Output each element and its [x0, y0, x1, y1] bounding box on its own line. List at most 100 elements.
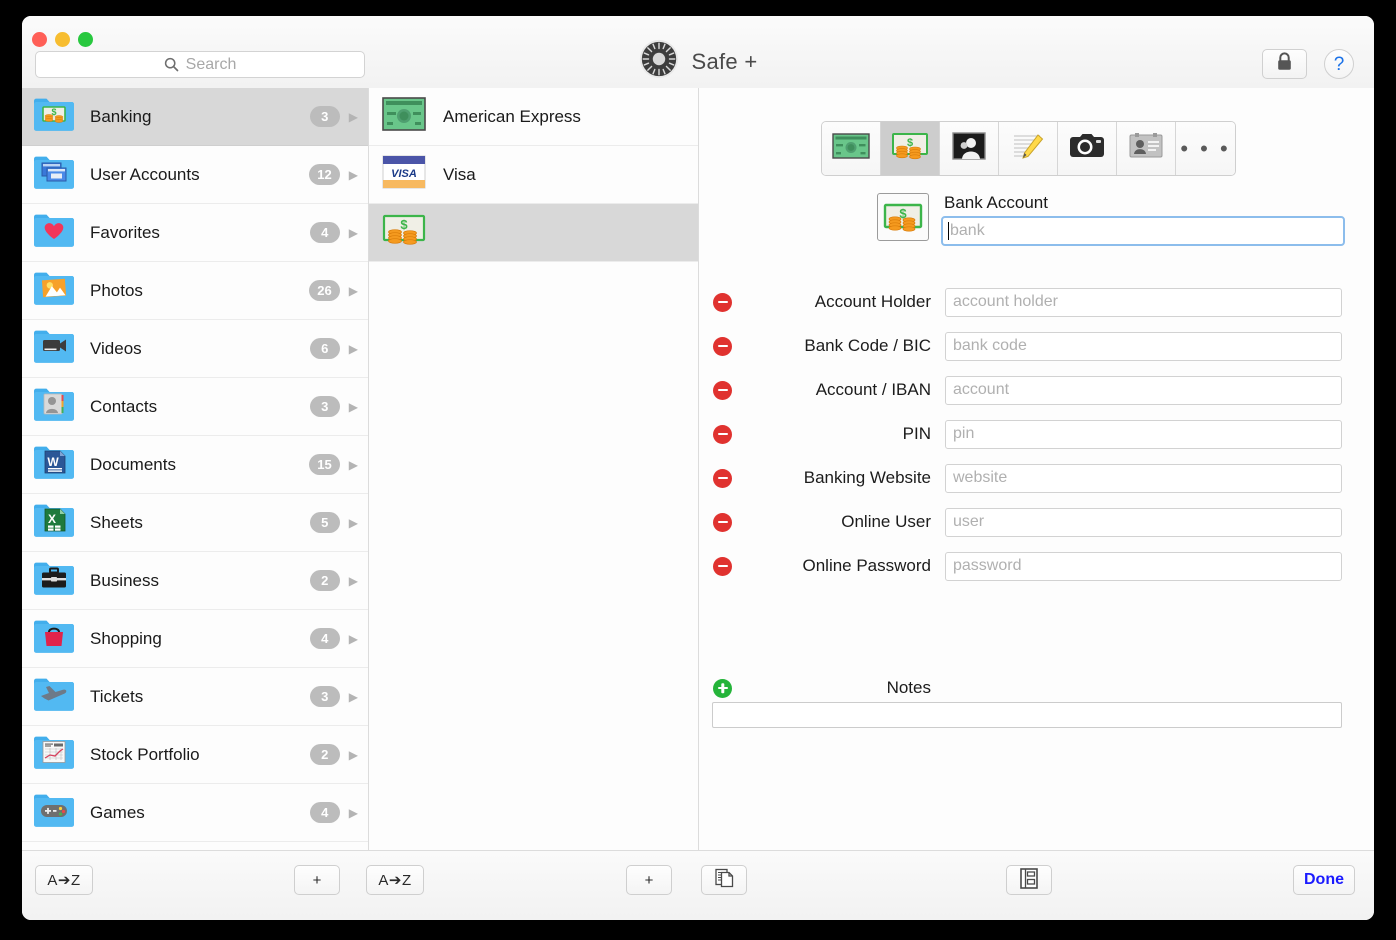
question-mark-icon: ?: [1333, 53, 1345, 75]
entry-name-input[interactable]: bank: [941, 216, 1345, 246]
category-sidebar[interactable]: $ Banking 3 ▶ User Accounts 12 ▶ Favorites 4 ▶: [22, 88, 368, 850]
sidebar-item-user-accounts[interactable]: User Accounts 12 ▶: [22, 146, 368, 204]
sort-entries-button[interactable]: A➔Z: [366, 865, 424, 895]
sidebar-item-videos[interactable]: Videos 6 ▶: [22, 320, 368, 378]
chevron-right-icon[interactable]: ▶: [349, 458, 358, 472]
field-input[interactable]: website: [945, 463, 1342, 493]
chevron-right-icon[interactable]: ▶: [349, 748, 358, 762]
minimize-button[interactable]: [55, 32, 70, 47]
chevron-right-icon[interactable]: ▶: [349, 632, 358, 646]
field-label: Online Password: [802, 556, 931, 575]
app-window: Search Safe + ? $ Banking 3 ▶ User Accou…: [22, 16, 1374, 920]
sidebar-item-contacts[interactable]: Contacts 3 ▶: [22, 378, 368, 436]
sidebar-item-label: User Accounts: [90, 164, 200, 184]
done-button[interactable]: Done: [1293, 865, 1355, 895]
sidebar-item-business[interactable]: Business 2 ▶: [22, 552, 368, 610]
field-label: Account Holder: [814, 292, 931, 311]
entry-name-group: Bank Account bank: [941, 193, 1345, 246]
chevron-right-icon[interactable]: ▶: [349, 342, 358, 356]
folder-shopping-icon: [32, 616, 90, 661]
folder-user-accounts-icon: [32, 152, 90, 197]
sidebar-item-count: 3: [309, 396, 340, 417]
credit-card-amex-icon: [382, 97, 443, 136]
sidebar-item-count: 15: [309, 454, 340, 475]
folder-contacts-icon: [32, 384, 90, 429]
search-input[interactable]: Search: [35, 51, 365, 78]
field-placeholder: account holder: [953, 293, 1058, 310]
sidebar-item-label: Favorites: [90, 222, 160, 242]
field-input[interactable]: bank code: [945, 331, 1342, 361]
folder-banking-icon: $: [32, 94, 90, 139]
credit-card-visa-icon: VISA: [382, 155, 443, 194]
note-pencil-type-button[interactable]: [999, 122, 1058, 175]
bank-note-icon: $: [891, 132, 929, 165]
chevron-right-icon[interactable]: ▶: [349, 400, 358, 414]
field-input[interactable]: account holder: [945, 287, 1342, 317]
list-item[interactable]: American Express: [369, 88, 698, 146]
main-content: $ Banking 3 ▶ User Accounts 12 ▶ Favorites 4 ▶: [22, 88, 1374, 850]
entry-list[interactable]: American Express VISA Visa $: [369, 88, 698, 850]
contact-card-type-button[interactable]: [1117, 122, 1176, 175]
entry-type-toolbar[interactable]: $ • • •: [821, 121, 1236, 176]
notes-input[interactable]: [712, 702, 1342, 728]
field-input[interactable]: user: [945, 507, 1342, 537]
sidebar-item-tickets[interactable]: Tickets 3 ▶: [22, 668, 368, 726]
field-input[interactable]: password: [945, 551, 1342, 581]
sidebar-item-games[interactable]: Games 4 ▶: [22, 784, 368, 842]
search-placeholder: Search: [185, 55, 237, 73]
bank-note-icon: $: [382, 213, 443, 252]
portrait-type-button[interactable]: [940, 122, 999, 175]
camera-type-button[interactable]: [1058, 122, 1117, 175]
sidebar-item-count: 2: [309, 744, 340, 765]
field-label: Bank Code / BIC: [804, 336, 931, 355]
list-item[interactable]: VISA Visa: [369, 146, 698, 204]
sidebar-item-favorites[interactable]: Favorites 4 ▶: [22, 204, 368, 262]
lock-button[interactable]: [1262, 49, 1307, 79]
camera-icon: [1069, 133, 1105, 164]
list-item[interactable]: $: [369, 204, 698, 262]
bottom-toolbar: A➔Z + A➔Z + Done: [22, 850, 1374, 920]
add-category-button[interactable]: +: [294, 865, 340, 895]
duplicate-entry-button[interactable]: [701, 865, 747, 895]
field-label: Banking Website: [803, 468, 931, 487]
entry-header: $ Bank Account bank: [877, 193, 1345, 246]
duplicate-icon: [714, 868, 734, 892]
field-input[interactable]: pin: [945, 419, 1342, 449]
sidebar-item-count: 4: [309, 802, 340, 823]
add-entry-button[interactable]: +: [626, 865, 672, 895]
help-button[interactable]: ?: [1324, 49, 1354, 79]
sidebar-item-count: 6: [309, 338, 340, 359]
chevron-right-icon[interactable]: ▶: [349, 806, 358, 820]
chevron-right-icon[interactable]: ▶: [349, 226, 358, 240]
sort-categories-button[interactable]: A➔Z: [35, 865, 93, 895]
close-button[interactable]: [32, 32, 47, 47]
field-row: Banking Website website: [699, 461, 1342, 495]
svg-text:W: W: [47, 455, 59, 469]
chevron-right-icon[interactable]: ▶: [349, 516, 358, 530]
sidebar-item-label: Games: [90, 802, 145, 822]
field-placeholder: password: [953, 557, 1022, 574]
chevron-right-icon[interactable]: ▶: [349, 690, 358, 704]
template-button[interactable]: [1006, 865, 1052, 895]
bank-note-type-button[interactable]: $: [881, 122, 940, 175]
sidebar-item-photos[interactable]: Photos 26 ▶: [22, 262, 368, 320]
bank-note-icon[interactable]: $: [877, 193, 929, 241]
zoom-button[interactable]: [78, 32, 93, 47]
sidebar-item-banking[interactable]: $ Banking 3 ▶: [22, 88, 368, 146]
field-row: Account Holder account holder: [699, 285, 1342, 319]
more-dots-type-button[interactable]: • • •: [1176, 122, 1235, 175]
chevron-right-icon[interactable]: ▶: [349, 168, 358, 182]
sidebar-item-sheets[interactable]: X Sheets 5 ▶: [22, 494, 368, 552]
sidebar-item-count: 12: [309, 164, 340, 185]
chevron-right-icon[interactable]: ▶: [349, 574, 358, 588]
field-input[interactable]: account: [945, 375, 1342, 405]
sidebar-item-shopping[interactable]: Shopping 4 ▶: [22, 610, 368, 668]
credit-card-icon: [832, 133, 870, 164]
sidebar-item-stock-portfolio[interactable]: Stock Portfolio 2 ▶: [22, 726, 368, 784]
chevron-right-icon[interactable]: ▶: [349, 110, 358, 124]
credit-card-type-button[interactable]: [822, 122, 881, 175]
chevron-right-icon[interactable]: ▶: [349, 284, 358, 298]
field-placeholder: account: [953, 381, 1010, 398]
folder-tickets-icon: [32, 674, 90, 719]
sidebar-item-documents[interactable]: W Documents 15 ▶: [22, 436, 368, 494]
